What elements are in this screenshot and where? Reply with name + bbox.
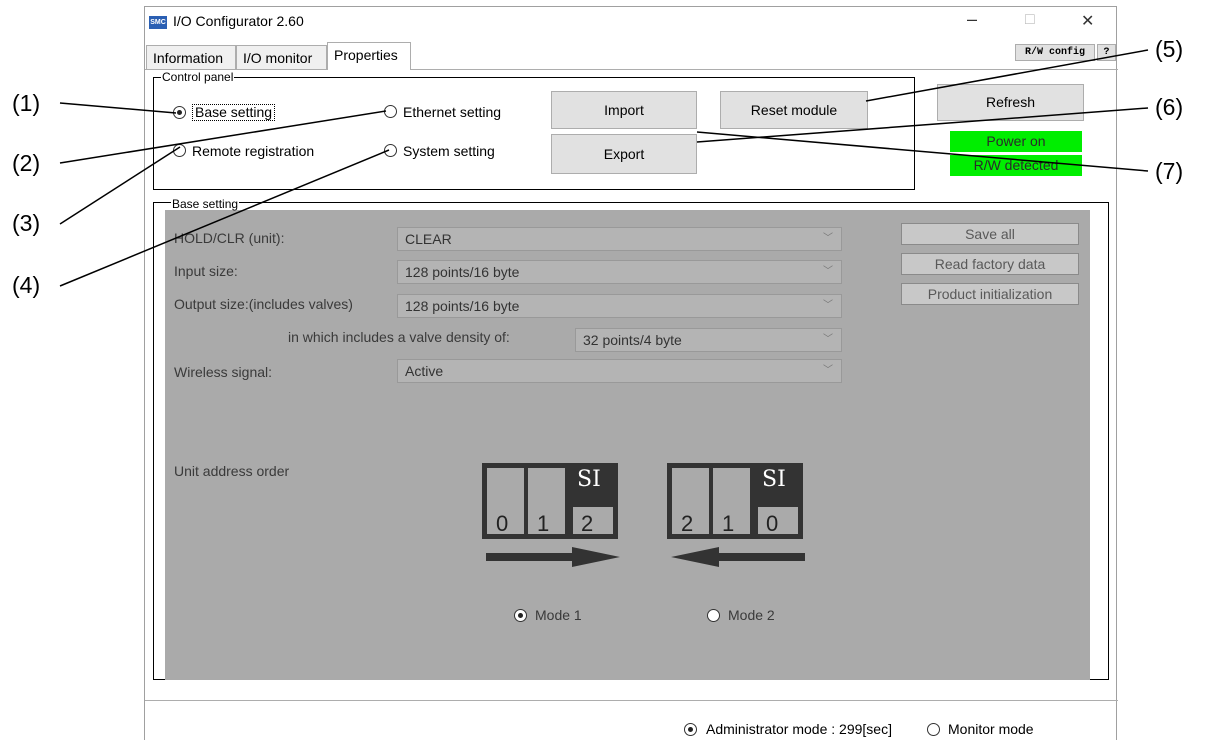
mode1-radio[interactable] bbox=[514, 609, 527, 622]
base-setting-legend: Base setting bbox=[171, 197, 240, 211]
output-size-label: Output size:(includes valves) bbox=[174, 296, 353, 312]
hold-clr-select[interactable]: CLEAR ﹀ bbox=[397, 227, 842, 251]
rw-detected-status: R/W detected bbox=[950, 155, 1082, 176]
save-all-button[interactable]: Save all bbox=[901, 223, 1079, 245]
base-setting-radio[interactable] bbox=[173, 106, 186, 119]
active-tab-gap bbox=[328, 68, 410, 71]
mode2-label[interactable]: Mode 2 bbox=[728, 607, 775, 623]
app-logo-icon: SMC bbox=[149, 16, 167, 29]
help-button[interactable]: ? bbox=[1097, 44, 1116, 61]
input-size-value: 128 points/16 byte bbox=[405, 264, 520, 280]
mode2-digit: 2 bbox=[681, 511, 694, 536]
chevron-down-icon: ﹀ bbox=[823, 334, 833, 345]
callout-2: (2) bbox=[12, 150, 41, 176]
tab-strip-line bbox=[145, 69, 1118, 70]
control-panel-legend: Control panel bbox=[161, 70, 235, 84]
app-window: SMC I/O Configurator 2.60 – □ ✕ Informat… bbox=[144, 6, 1118, 740]
window-title: I/O Configurator 2.60 bbox=[173, 13, 304, 29]
callout-5: (5) bbox=[1155, 36, 1184, 62]
base-setting-label[interactable]: Base setting bbox=[192, 104, 276, 121]
chevron-down-icon: ﹀ bbox=[823, 233, 833, 244]
callout-1: (1) bbox=[12, 90, 41, 116]
tab-io-monitor[interactable]: I/O monitor bbox=[236, 45, 327, 69]
mode2-digit: 0 bbox=[766, 511, 779, 536]
footer-divider bbox=[145, 700, 1118, 701]
tab-information[interactable]: Information bbox=[146, 45, 236, 69]
chevron-down-icon: ﹀ bbox=[823, 266, 833, 277]
mode2-unit-diagram: SI 2 1 0 bbox=[667, 463, 803, 539]
wireless-signal-label: Wireless signal: bbox=[174, 364, 273, 380]
hold-clr-value: CLEAR bbox=[405, 231, 452, 247]
mode1-label[interactable]: Mode 1 bbox=[535, 607, 582, 623]
monitor-mode-label[interactable]: Monitor mode bbox=[948, 721, 1034, 737]
power-on-status: Power on bbox=[950, 131, 1082, 152]
export-button[interactable]: Export bbox=[551, 134, 697, 174]
mode1-digit: 1 bbox=[537, 511, 550, 536]
product-initialization-button[interactable]: Product initialization bbox=[901, 283, 1079, 305]
output-size-select[interactable]: 128 points/16 byte ﹀ bbox=[397, 294, 842, 318]
remote-registration-label[interactable]: Remote registration bbox=[192, 143, 314, 159]
ethernet-setting-radio[interactable] bbox=[384, 105, 397, 118]
reset-module-button[interactable]: Reset module bbox=[720, 91, 868, 129]
monitor-mode-radio[interactable] bbox=[927, 723, 940, 736]
output-size-value: 128 points/16 byte bbox=[405, 298, 520, 314]
ethernet-setting-label[interactable]: Ethernet setting bbox=[403, 104, 501, 120]
wireless-signal-value: Active bbox=[405, 363, 444, 379]
mode1-si-label: SI bbox=[577, 467, 601, 492]
chevron-down-icon: ﹀ bbox=[823, 365, 833, 376]
valve-density-label: in which includes a valve density of: bbox=[288, 329, 510, 345]
unit-address-order-label: Unit address order bbox=[174, 463, 290, 479]
mode2-digit: 1 bbox=[722, 511, 735, 536]
valve-density-select[interactable]: 32 points/4 byte ﹀ bbox=[575, 328, 842, 352]
right-arrow-icon bbox=[486, 547, 620, 567]
close-icon[interactable]: ✕ bbox=[1081, 11, 1094, 31]
callout-3: (3) bbox=[12, 210, 41, 236]
system-setting-radio[interactable] bbox=[384, 144, 397, 157]
hold-clr-label: HOLD/CLR (unit): bbox=[174, 230, 285, 246]
callout-6: (6) bbox=[1155, 94, 1184, 120]
wireless-signal-select[interactable]: Active ﹀ bbox=[397, 359, 842, 383]
mode2-si-label: SI bbox=[762, 467, 786, 492]
tab-properties[interactable]: Properties bbox=[327, 42, 411, 69]
refresh-button[interactable]: Refresh bbox=[937, 84, 1084, 121]
mode1-digit: 0 bbox=[496, 511, 509, 536]
callout-4: (4) bbox=[12, 272, 41, 298]
mode2-radio[interactable] bbox=[707, 609, 720, 622]
remote-registration-radio[interactable] bbox=[173, 144, 186, 157]
administrator-mode-label[interactable]: Administrator mode : 299[sec] bbox=[706, 721, 892, 737]
input-size-select[interactable]: 128 points/16 byte ﹀ bbox=[397, 260, 842, 284]
minimize-icon[interactable]: – bbox=[967, 9, 977, 30]
rw-config-button[interactable]: R/W config bbox=[1015, 44, 1095, 61]
administrator-mode-radio[interactable] bbox=[684, 723, 697, 736]
input-size-label: Input size: bbox=[174, 263, 238, 279]
mode1-digit: 2 bbox=[581, 511, 594, 536]
maximize-icon[interactable]: □ bbox=[1025, 11, 1035, 29]
mode1-unit-diagram: SI 0 1 2 bbox=[482, 463, 618, 539]
callout-7: (7) bbox=[1155, 158, 1184, 184]
chevron-down-icon: ﹀ bbox=[823, 300, 833, 311]
system-setting-label[interactable]: System setting bbox=[403, 143, 495, 159]
valve-density-value: 32 points/4 byte bbox=[583, 332, 682, 348]
left-arrow-icon bbox=[671, 547, 805, 567]
read-factory-data-button[interactable]: Read factory data bbox=[901, 253, 1079, 275]
import-button[interactable]: Import bbox=[551, 91, 697, 129]
